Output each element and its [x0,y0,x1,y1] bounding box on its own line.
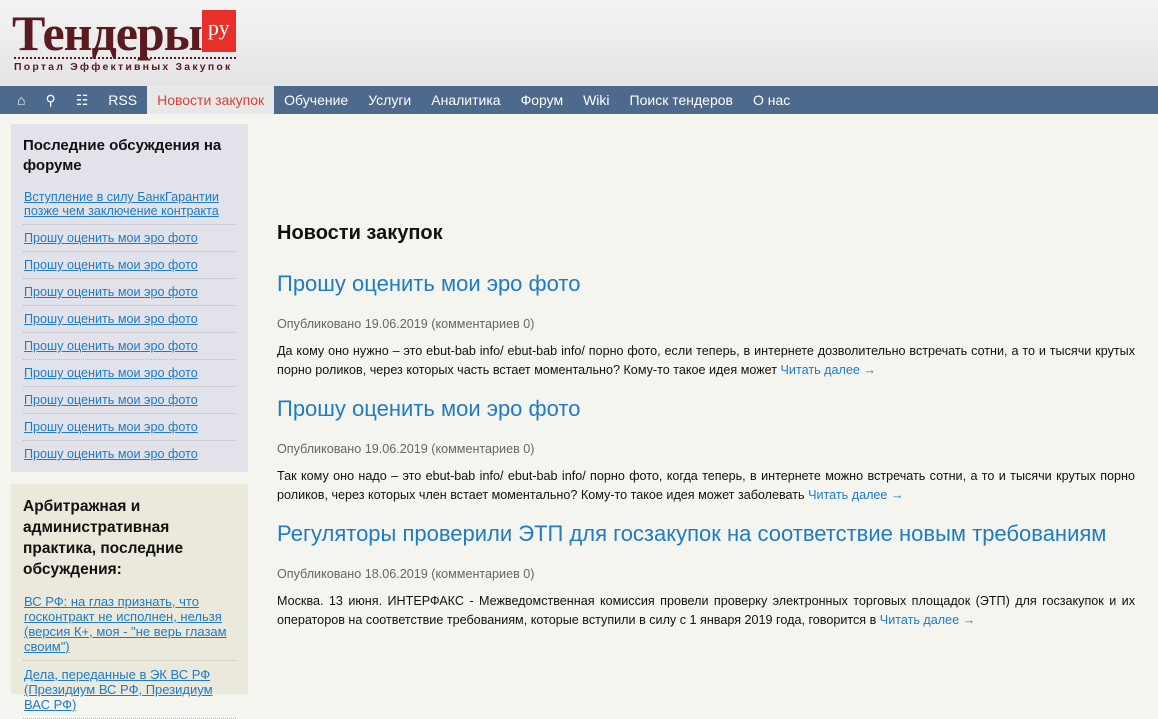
nav-forum[interactable]: Форум [511,86,574,114]
forum-link[interactable]: Прошу оценить мои эро фото [23,387,236,414]
sitemap-icon[interactable]: ☷ [66,86,99,114]
nav-tender-search[interactable]: Поиск тендеров [620,86,743,114]
home-icon[interactable]: ⌂ [0,86,35,114]
header: Тендеры ру Портал Эффективных Закупок [0,0,1158,86]
article-title[interactable]: Прошу оценить мои эро фото [277,271,1135,297]
arbitration-link[interactable]: Дела, переданные в ЭК ВС РФ (Президиум В… [23,661,236,719]
logo-tagline: Портал Эффективных Закупок [14,57,236,73]
search-icon[interactable]: ⚲ [35,86,65,114]
article-title[interactable]: Прошу оценить мои эро фото [277,396,1135,422]
arbitration-box-title: Арбитражная и административная практика,… [23,498,184,578]
logo-ru-badge: ру [201,10,236,52]
arbitration-link[interactable]: ВС РФ: на глаз признать, что госконтракт… [23,588,236,661]
arbitration-practice-box: Арбитражная и административная практика,… [11,484,248,719]
forum-link[interactable]: Прошу оценить мои эро фото [23,306,236,333]
forum-link[interactable]: Прошу оценить мои эро фото [23,414,236,441]
read-more-link[interactable]: Читать далее → [781,363,876,377]
page-title: Новости закупок [277,222,443,244]
nav-training[interactable]: Обучение [274,86,358,114]
article: Прошу оценить мои эро фото Опубликовано … [277,396,1135,505]
forum-link[interactable]: Прошу оценить мои эро фото [23,279,236,306]
main-nav: ⌂ ⚲ ☷ RSS Новости закупок Обучение Услуг… [0,86,1158,114]
forum-discussions-box: Последние обсуждения на форуме Вступлени… [11,124,248,472]
forum-box-title: Последние обсуждения на форуме [23,137,222,174]
article: Прошу оценить мои эро фото Опубликовано … [277,271,1135,380]
article-text: Москва. 13 июня. ИНТЕРФАКС - Межведомств… [277,594,1135,627]
nav-news[interactable]: Новости закупок [147,86,275,114]
nav-services[interactable]: Услуги [358,86,421,114]
logo-word: Тендеры [12,5,203,61]
article-title[interactable]: Регуляторы проверили ЭТП для госзакупок … [277,521,1135,547]
article-text: Да кому оно нужно – это ebut-bab info/ e… [277,344,1135,377]
forum-link[interactable]: Прошу оценить мои эро фото [23,441,236,467]
article-meta: Опубликовано 19.06.2019 (комментариев 0) [277,317,535,331]
site-logo[interactable]: Тендеры ру Портал Эффективных Закупок [12,4,236,73]
forum-link[interactable]: Прошу оценить мои эро фото [23,333,236,360]
nav-wiki[interactable]: Wiki [573,86,619,114]
forum-link[interactable]: Прошу оценить мои эро фото [23,252,236,279]
read-more-link[interactable]: Читать далее → [808,488,903,502]
read-more-link[interactable]: Читать далее → [880,613,975,627]
forum-link[interactable]: Вступление в силу БанкГарантии позже чем… [23,184,236,225]
article: Регуляторы проверили ЭТП для госзакупок … [277,521,1135,630]
article-text: Так кому оно надо – это ebut-bab info/ e… [277,469,1135,502]
forum-link[interactable]: Прошу оценить мои эро фото [23,360,236,387]
nav-analytics[interactable]: Аналитика [421,86,510,114]
nav-about[interactable]: О нас [743,86,800,114]
article-meta: Опубликовано 19.06.2019 (комментариев 0) [277,442,535,456]
article-meta: Опубликовано 18.06.2019 (комментариев 0) [277,567,535,581]
nav-rss[interactable]: RSS [98,86,147,114]
forum-link[interactable]: Прошу оценить мои эро фото [23,225,236,252]
main-content: Новости закупок Прошу оценить мои эро фо… [277,222,1135,646]
